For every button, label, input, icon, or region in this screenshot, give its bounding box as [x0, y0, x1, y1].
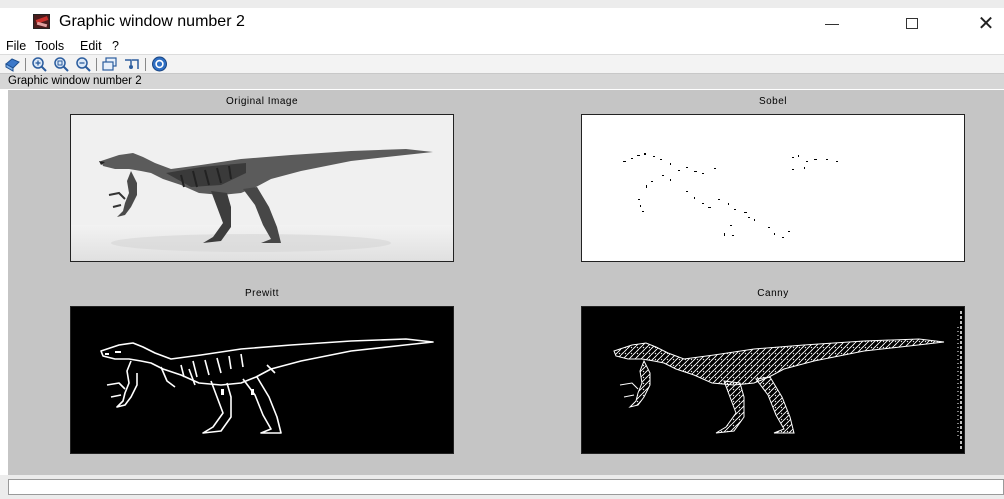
close-button[interactable]: ✕ — [966, 8, 1004, 38]
maximize-icon — [906, 17, 918, 29]
subplot-title-sobel: Sobel — [758, 96, 788, 107]
menu-help[interactable]: ? — [112, 38, 119, 54]
toolbar-separator — [25, 58, 26, 71]
zoom-out-button[interactable] — [75, 56, 92, 72]
canny-edge-image — [613, 311, 962, 449]
subplot-title-canny: Canny — [757, 288, 789, 299]
help-button[interactable] — [151, 56, 168, 72]
subplot-title-original: Original Image — [225, 96, 299, 107]
menu-file[interactable]: File — [6, 38, 26, 54]
menu-tools[interactable]: Tools — [35, 38, 64, 54]
subplot-title-prewitt: Prewitt — [244, 288, 280, 299]
zoom-in-button[interactable] — [31, 56, 48, 72]
menu-bar: File Tools Edit ? — [0, 38, 1004, 54]
zoom-area-icon — [54, 57, 69, 72]
zoom-out-icon — [76, 57, 91, 72]
toolbar — [0, 54, 1004, 73]
graphic-canvas[interactable]: Original Image Sobel Prewitt Canny — [8, 90, 1004, 475]
scilab-graphic-icon — [33, 14, 50, 29]
subplot-sobel[interactable] — [581, 114, 965, 262]
menu-edit[interactable]: Edit — [80, 38, 102, 54]
zoom-area-button[interactable] — [53, 56, 70, 72]
subplot-prewitt[interactable] — [70, 306, 454, 454]
datatip-button[interactable] — [123, 56, 140, 72]
window-title: Graphic window number 2 — [59, 13, 245, 30]
rotate-3d-icon — [5, 58, 20, 72]
window-top-strip — [0, 0, 1004, 8]
sobel-edge-image — [623, 153, 838, 238]
prewitt-edge-image — [100, 338, 434, 434]
new-window-button[interactable] — [101, 56, 118, 72]
bottom-info-bar — [0, 475, 1004, 499]
subplot-original-image[interactable] — [70, 114, 454, 262]
toolbar-separator — [96, 58, 97, 71]
subplot-canny[interactable] — [581, 306, 965, 454]
rotate-3d-button[interactable] — [4, 56, 21, 72]
dinosaur-grayscale-image — [71, 115, 453, 261]
window-info-text: Graphic window number 2 — [8, 75, 142, 87]
info-message-field — [8, 479, 1004, 495]
zoom-in-icon — [32, 57, 47, 72]
new-window-icon — [102, 57, 117, 71]
toolbar-separator — [145, 58, 146, 71]
window-info-bar: Graphic window number 2 — [0, 73, 1004, 89]
datatip-icon — [125, 59, 139, 69]
minimize-button[interactable] — [812, 8, 852, 38]
close-icon: ✕ — [977, 11, 995, 35]
minimize-icon — [825, 23, 839, 25]
help-icon — [152, 56, 167, 72]
maximize-button[interactable] — [892, 8, 932, 38]
